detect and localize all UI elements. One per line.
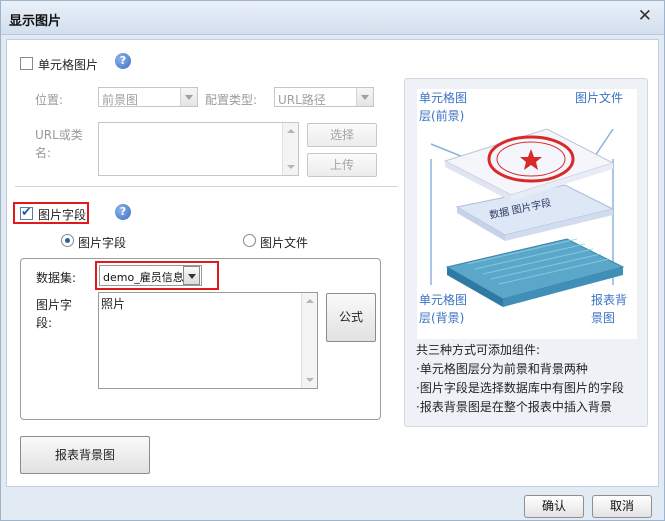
- label-image-file: 图片文件: [575, 91, 624, 105]
- scrollbar[interactable]: [282, 123, 298, 175]
- cell-image-checkbox[interactable]: [20, 57, 33, 70]
- description-item: ·单元格图层分为前景和背景两种: [416, 362, 588, 376]
- close-icon[interactable]: ✕: [638, 6, 652, 26]
- dialog-title: 显示图片: [9, 14, 62, 29]
- field-label-line1: 图片字: [36, 298, 73, 312]
- label-report-bg-line2: 景图: [591, 311, 616, 325]
- field-value: 照片: [101, 297, 126, 311]
- config-type-value: URL路径: [278, 93, 326, 107]
- title-bar: 显示图片 ✕: [1, 1, 664, 35]
- url-input[interactable]: [98, 122, 299, 176]
- scrollbar[interactable]: [301, 293, 317, 388]
- upload-button[interactable]: 上传: [307, 153, 377, 177]
- help-icon[interactable]: ?: [115, 53, 131, 69]
- cell-image-label: 单元格图片: [38, 58, 99, 72]
- ok-button[interactable]: 确认: [524, 495, 584, 518]
- label-foreground-line2: 层(前景): [419, 109, 465, 123]
- url-label-line1: URL或类: [35, 128, 83, 142]
- image-dialog: 显示图片 ✕ 单元格图片 ? 位置: 前景图 配置类型: URL路径 URL或类…: [0, 0, 665, 521]
- image-field-label: 图片字段: [38, 208, 87, 222]
- divider: [15, 186, 398, 187]
- radio-image-file[interactable]: [243, 234, 256, 247]
- description-item: ·图片字段是选择数据库中有图片的字段: [416, 381, 624, 395]
- cancel-button[interactable]: 取消: [592, 495, 652, 518]
- config-type-select[interactable]: URL路径: [274, 87, 374, 107]
- field-input[interactable]: 照片: [98, 292, 318, 389]
- label-foreground-line1: 单元格图: [419, 91, 468, 105]
- chevron-down-icon: [356, 88, 373, 106]
- preview-panel: 数据 图片字段 单元格图 层(前景) 图片文件 单元格图 层(背景) 报表背 景…: [404, 78, 648, 427]
- field-label-line2: 段:: [36, 316, 53, 330]
- label-report-bg-line1: 报表背: [591, 293, 628, 307]
- main-panel: 单元格图片 ? 位置: 前景图 配置类型: URL路径 URL或类 名: 选择 …: [6, 39, 659, 487]
- description-intro: 共三种方式可添加组件:: [416, 343, 541, 357]
- label-background-line1: 单元格图: [419, 293, 468, 307]
- image-field-checkbox[interactable]: [20, 205, 33, 220]
- label-background-line2: 层(背景): [419, 311, 465, 325]
- position-label: 位置:: [35, 93, 64, 107]
- description-item: ·报表背景图是在整个报表中插入背景: [416, 400, 612, 414]
- formula-button[interactable]: 公式: [326, 293, 376, 342]
- config-type-label: 配置类型:: [205, 93, 258, 107]
- radio-image-field[interactable]: [61, 234, 74, 247]
- dataset-value: demo_雇员信息: [103, 271, 184, 284]
- radio-image-file-label: 图片文件: [260, 236, 309, 250]
- help-icon[interactable]: ?: [115, 204, 131, 220]
- position-value: 前景图: [102, 93, 139, 107]
- report-background-button[interactable]: 报表背景图: [20, 436, 150, 474]
- dataset-label: 数据集:: [36, 271, 77, 285]
- select-button[interactable]: 选择: [307, 123, 377, 147]
- chevron-down-icon[interactable]: [183, 266, 200, 285]
- radio-image-field-label: 图片字段: [78, 236, 127, 250]
- chevron-down-icon: [180, 88, 197, 106]
- url-label-line2: 名:: [35, 146, 52, 160]
- position-select[interactable]: 前景图: [98, 87, 198, 107]
